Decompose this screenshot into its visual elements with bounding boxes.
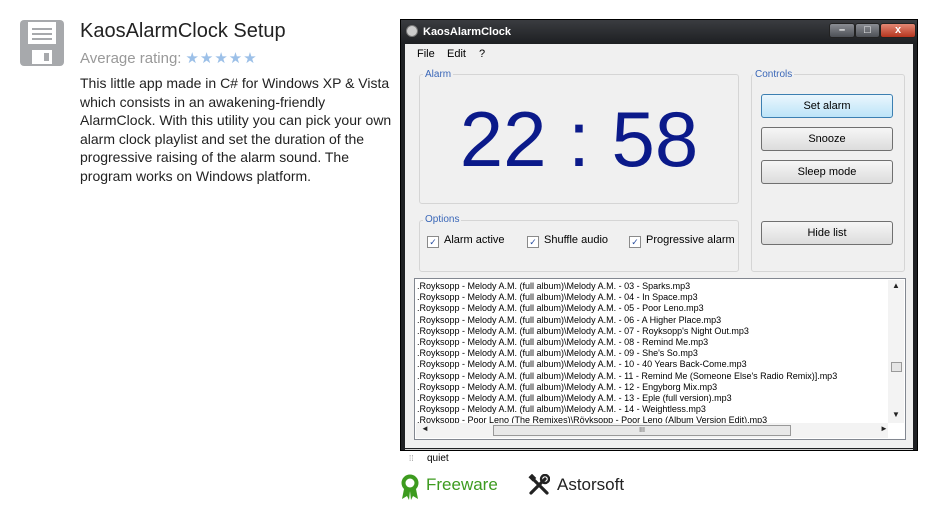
page-title: KaosAlarmClock Setup xyxy=(80,20,286,42)
window-client: File Edit ? Alarm 22 : 58 Controls Set a… xyxy=(405,44,913,464)
list-item[interactable]: .Royksopp - Melody A.M. (full album)\Mel… xyxy=(417,326,887,337)
progressive-alarm-checkbox[interactable]: ✓ Progressive alarm xyxy=(629,234,735,248)
list-item[interactable]: .Royksopp - Melody A.M. (full album)\Mel… xyxy=(417,404,887,415)
scroll-left-icon[interactable]: ◄ xyxy=(421,424,429,433)
status-divider xyxy=(405,449,913,450)
list-item[interactable]: .Royksopp - Melody A.M. (full album)\Mel… xyxy=(417,303,887,314)
close-button[interactable]: x xyxy=(880,23,916,38)
playlist-listbox[interactable]: .Royksopp - Melody A.M. (full album)\Mel… xyxy=(414,278,906,440)
checkbox-check-icon: ✓ xyxy=(629,236,641,248)
vertical-scroll-thumb[interactable] xyxy=(891,362,902,372)
clock-display: 22 : 58 xyxy=(459,95,699,183)
resize-grip-icon[interactable]: ⁞⁞ xyxy=(409,454,413,463)
list-item[interactable]: .Royksopp - Melody A.M. (full album)\Mel… xyxy=(417,337,887,348)
checkbox-label: Shuffle audio xyxy=(544,234,609,246)
scroll-up-icon[interactable]: ▲ xyxy=(892,281,900,290)
rating-row: Average rating: ★★★★★ xyxy=(80,49,258,67)
shuffle-audio-checkbox[interactable]: ✓ Shuffle audio xyxy=(527,234,608,248)
snooze-button[interactable]: Snooze xyxy=(761,127,893,151)
alarm-group-label: Alarm xyxy=(423,69,454,80)
scroll-right-icon[interactable]: ► xyxy=(880,424,888,433)
alarm-clock-icon xyxy=(406,25,418,37)
options-group-label: Options xyxy=(423,214,462,225)
list-item[interactable]: .Royksopp - Melody A.M. (full album)\Mel… xyxy=(417,371,887,382)
playlist-rows: .Royksopp - Melody A.M. (full album)\Mel… xyxy=(417,281,887,427)
sleep-mode-button[interactable]: Sleep mode xyxy=(761,160,893,184)
vendor-label[interactable]: Astorsoft xyxy=(557,475,624,495)
star-rating-icon: ★★★★★ xyxy=(185,50,258,67)
horizontal-scroll-thumb[interactable]: III xyxy=(493,425,791,436)
list-item[interactable]: .Royksopp - Melody A.M. (full album)\Mel… xyxy=(417,292,887,303)
freeware-badge-icon xyxy=(399,474,421,500)
alarm-active-checkbox[interactable]: ✓ Alarm active xyxy=(427,234,505,248)
list-item[interactable]: .Royksopp - Melody A.M. (full album)\Mel… xyxy=(417,359,887,370)
list-item[interactable]: .Royksopp - Melody A.M. (full album)\Mel… xyxy=(417,281,887,292)
list-item[interactable]: .Royksopp - Melody A.M. (full album)\Mel… xyxy=(417,315,887,326)
list-item[interactable]: .Royksopp - Melody A.M. (full album)\Mel… xyxy=(417,393,887,404)
checkbox-check-icon: ✓ xyxy=(427,236,439,248)
maximize-button[interactable]: □ xyxy=(855,23,880,38)
menu-bar: File Edit ? xyxy=(405,44,913,64)
tools-icon xyxy=(528,473,551,496)
menu-edit[interactable]: Edit xyxy=(447,48,466,60)
window-title: KaosAlarmClock xyxy=(423,26,512,38)
hide-list-button[interactable]: Hide list xyxy=(761,221,893,245)
rating-label: Average rating: xyxy=(80,50,182,67)
checkbox-label: Alarm active xyxy=(444,234,505,246)
vertical-scrollbar[interactable] xyxy=(888,280,904,423)
checkbox-label: Progressive alarm xyxy=(646,234,735,246)
set-alarm-button[interactable]: Set alarm xyxy=(761,94,893,118)
menu-help[interactable]: ? xyxy=(479,48,485,60)
menu-file[interactable]: File xyxy=(417,48,435,60)
list-item[interactable]: .Royksopp - Melody A.M. (full album)\Mel… xyxy=(417,382,887,393)
floppy-disk-icon xyxy=(18,18,68,68)
scroll-down-icon[interactable]: ▼ xyxy=(892,410,900,419)
checkbox-check-icon: ✓ xyxy=(527,236,539,248)
list-item[interactable]: .Royksopp - Melody A.M. (full album)\Mel… xyxy=(417,348,887,359)
status-text: quiet xyxy=(427,453,449,464)
license-label[interactable]: Freeware xyxy=(426,475,498,495)
minimize-button[interactable]: – xyxy=(829,23,855,38)
controls-group-label: Controls xyxy=(753,69,795,80)
title-bar[interactable]: KaosAlarmClock – □ x xyxy=(401,20,917,44)
app-window: KaosAlarmClock – □ x File Edit ? Alarm 2… xyxy=(400,19,918,464)
app-description: This little app made in C# for Windows X… xyxy=(80,75,392,184)
